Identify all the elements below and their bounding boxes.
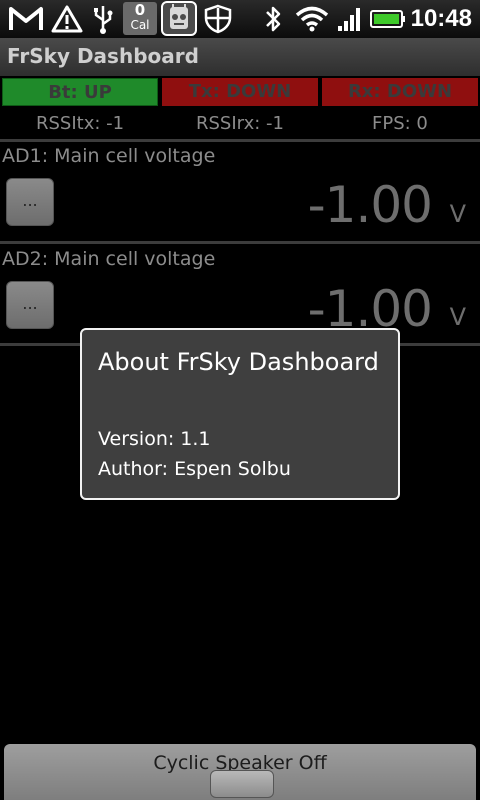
calendar-label: Cal [130, 18, 150, 32]
ad1-settings-button[interactable]: ... [6, 178, 54, 226]
bluetooth-icon [262, 4, 284, 34]
ad1-unit: V [449, 200, 466, 228]
app-notification-icon [161, 1, 197, 36]
usb-icon [90, 4, 116, 34]
fps-readout: FPS: 0 [372, 113, 428, 134]
wifi-icon [294, 4, 330, 34]
ad1-label: AD1: Main cell voltage [2, 145, 216, 167]
status-bar: 0 Cal 10:48 [0, 0, 480, 38]
ad1-value: -1.00 [307, 176, 433, 234]
battery-icon [370, 4, 406, 34]
bt-status-badge: Bt: UP [2, 78, 158, 106]
dialog-title: About FrSky Dashboard [98, 348, 379, 376]
clock: 10:48 [410, 5, 472, 32]
calendar-icon: 0 Cal [123, 2, 157, 35]
warning-icon [50, 4, 84, 34]
ad2-settings-button[interactable]: ... [6, 281, 54, 329]
title-bar: FrSky Dashboard [0, 38, 480, 76]
gmail-icon [8, 4, 44, 34]
drawer-handle[interactable] [210, 770, 274, 798]
rssi-tx-readout: RSSItx: -1 [36, 113, 125, 134]
author-text: Author: Espen Solbu [98, 458, 291, 480]
divider [0, 241, 480, 244]
link-status-row: Bt: UP Tx: DOWN Rx: DOWN [2, 78, 478, 106]
version-text: Version: 1.1 [98, 428, 211, 450]
shield-icon [201, 4, 235, 34]
ad2-label: AD2: Main cell voltage [2, 248, 216, 270]
signal-icon [336, 4, 364, 34]
tx-status-badge: Tx: DOWN [162, 78, 318, 106]
calendar-day: 0 [134, 1, 146, 19]
rx-status-badge: Rx: DOWN [322, 78, 478, 106]
ad2-unit: V [449, 303, 466, 331]
rssi-rx-readout: RSSIrx: -1 [196, 113, 284, 134]
divider [0, 139, 480, 142]
app-title: FrSky Dashboard [7, 44, 199, 68]
about-dialog[interactable]: About FrSky Dashboard Version: 1.1 Autho… [80, 328, 400, 500]
